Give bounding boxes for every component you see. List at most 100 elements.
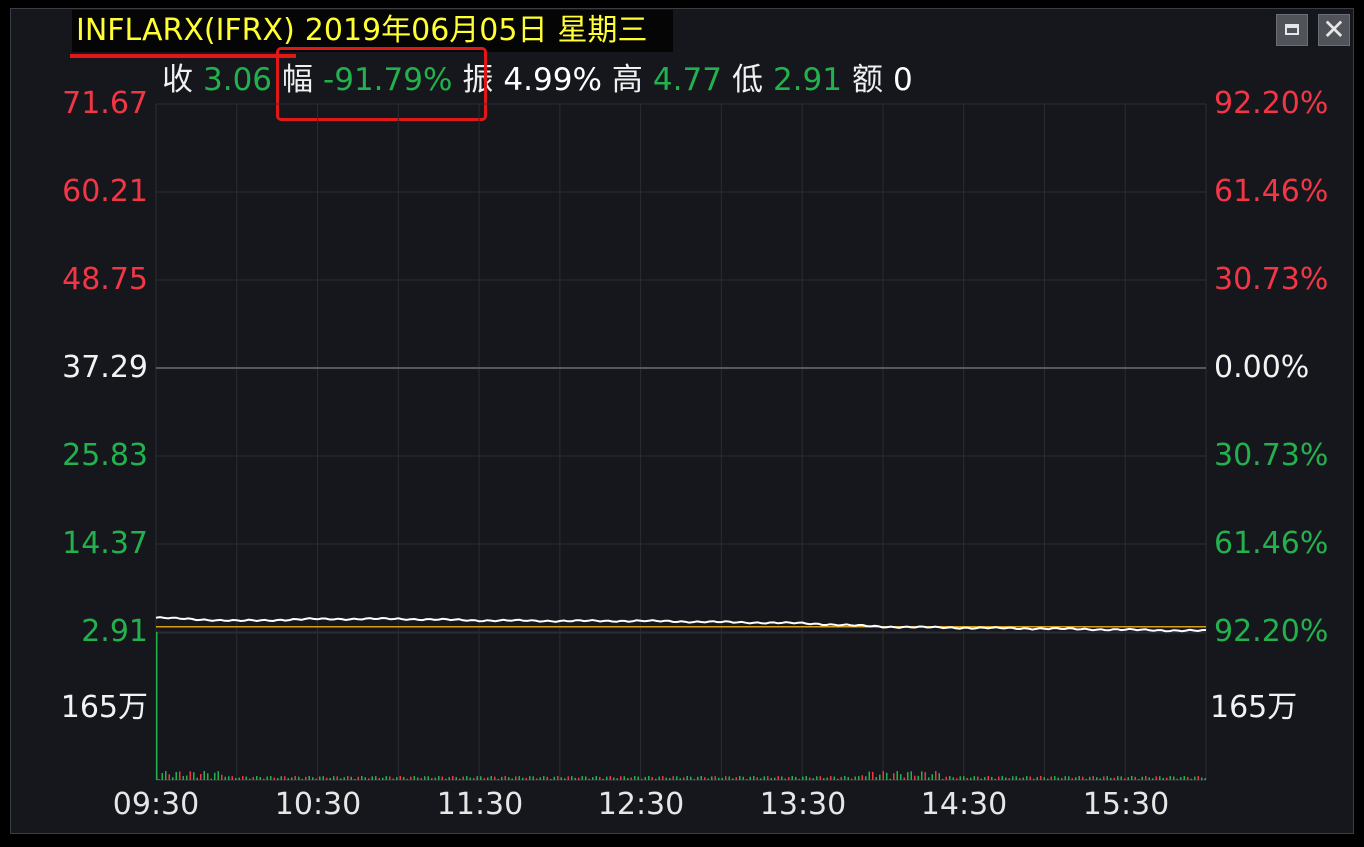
volume-bar xyxy=(641,778,643,780)
volume-bar xyxy=(620,776,622,780)
volume-bar xyxy=(490,776,492,780)
volume-bar xyxy=(315,778,317,780)
volume-bar xyxy=(322,776,324,780)
volume-bar xyxy=(756,777,758,780)
volume-bar xyxy=(651,777,653,780)
volume-bar xyxy=(669,777,671,780)
y-tick-price-5: 14.37 xyxy=(62,526,148,561)
volume-bar xyxy=(858,776,860,780)
volume-bar xyxy=(830,776,832,780)
volume-bar xyxy=(249,778,251,780)
volume-bar xyxy=(179,771,181,780)
y-tick-pct-0: 92.20% xyxy=(1214,86,1329,121)
volume-bar xyxy=(1008,778,1010,780)
volume-bar xyxy=(312,777,314,780)
volume-bar xyxy=(256,776,258,780)
intraday-chart[interactable] xyxy=(0,0,1364,847)
volume-bar xyxy=(235,778,237,780)
volume-bar xyxy=(679,778,681,780)
x-tick-5: 14:30 xyxy=(920,787,1008,822)
volume-bar xyxy=(291,777,293,780)
volume-bar xyxy=(308,776,310,780)
y-tick-price-0: 71.67 xyxy=(62,86,148,121)
volume-bar xyxy=(1089,776,1091,780)
volume-bar xyxy=(833,776,835,780)
volume-bar xyxy=(861,775,863,780)
volume-bar xyxy=(417,777,419,780)
volume-bar xyxy=(630,777,632,780)
volume-bar xyxy=(441,776,443,780)
volume-bar xyxy=(840,776,842,780)
volume-bar xyxy=(1061,777,1063,780)
volume-bar xyxy=(1068,776,1070,780)
volume-bar xyxy=(634,776,636,780)
volume-bars xyxy=(156,632,1206,780)
volume-bar xyxy=(161,773,163,780)
volume-bar xyxy=(977,776,979,780)
volume-bar xyxy=(172,777,174,780)
volume-bar xyxy=(553,776,555,780)
volume-bar xyxy=(882,771,884,780)
volume-bar xyxy=(1145,776,1147,780)
volume-bar xyxy=(1029,776,1031,780)
volume-bar xyxy=(156,632,158,780)
volume-bar xyxy=(844,776,846,780)
x-tick-1: 10:30 xyxy=(274,787,362,822)
volume-bar xyxy=(686,776,688,780)
y-tick-volume-left: 165万 xyxy=(60,690,148,725)
y-tick-price-4: 25.83 xyxy=(62,438,148,473)
volume-bar xyxy=(774,777,776,780)
volume-bar xyxy=(1166,777,1168,780)
volume-bar xyxy=(280,776,282,780)
volume-bar xyxy=(735,777,737,780)
volume-bar xyxy=(945,776,947,780)
volume-bar xyxy=(343,777,345,780)
volume-bar xyxy=(168,774,170,780)
volume-bar xyxy=(655,778,657,780)
volume-bar xyxy=(406,778,408,780)
volume-bar xyxy=(658,776,660,780)
volume-bar xyxy=(1096,777,1098,780)
volume-bar xyxy=(277,778,279,780)
volume-bar xyxy=(599,776,601,780)
volume-bar xyxy=(837,778,839,780)
volume-bar xyxy=(812,778,814,780)
volume-bar xyxy=(410,776,412,780)
volume-bar xyxy=(413,776,415,780)
volume-bar xyxy=(921,771,923,780)
volume-bar xyxy=(473,777,475,780)
volume-bar xyxy=(1040,776,1042,780)
volume-bar xyxy=(375,776,377,780)
x-tick-4: 13:30 xyxy=(759,787,847,822)
volume-bar xyxy=(819,776,821,780)
volume-bar xyxy=(319,776,321,780)
volume-bar xyxy=(826,777,828,780)
volume-bar xyxy=(578,777,580,780)
volume-bar xyxy=(420,778,422,780)
y-tick-price-2: 48.75 xyxy=(62,262,148,297)
volume-bar xyxy=(483,778,485,780)
volume-bar xyxy=(231,776,233,780)
volume-bar xyxy=(487,777,489,780)
volume-bar xyxy=(494,776,496,780)
volume-bar xyxy=(851,778,853,780)
volume-bar xyxy=(371,776,373,780)
volume-bar xyxy=(1190,778,1192,780)
volume-bar xyxy=(1120,776,1122,780)
volume-bar xyxy=(707,778,709,780)
volume-bar xyxy=(385,776,387,780)
volume-bar xyxy=(459,778,461,780)
volume-bar xyxy=(602,778,604,780)
volume-bar xyxy=(802,776,804,780)
volume-bar xyxy=(354,778,356,780)
volume-bar xyxy=(543,776,545,780)
volume-bar xyxy=(980,778,982,780)
volume-bar xyxy=(347,776,349,780)
volume-bar xyxy=(511,778,513,780)
volume-bar xyxy=(749,776,751,780)
volume-bar xyxy=(1012,776,1014,780)
volume-bar xyxy=(637,776,639,780)
volume-bar xyxy=(742,776,744,780)
volume-bar xyxy=(305,776,307,780)
volume-bar xyxy=(809,777,811,780)
